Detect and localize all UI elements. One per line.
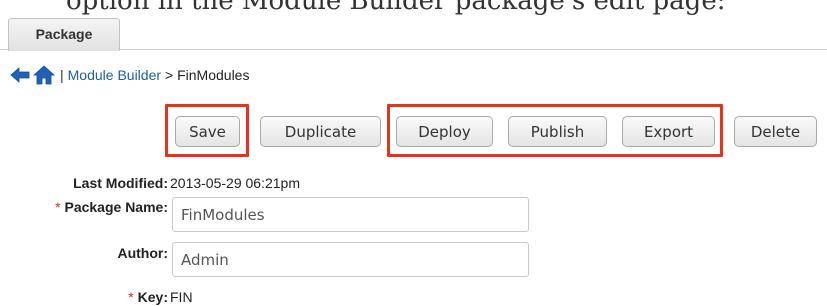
tab-bar: Package (0, 12, 827, 51)
export-button[interactable]: Export (622, 116, 715, 147)
breadcrumb: | Module Builder > FinModules (8, 60, 249, 90)
package-name-label: Package Name: (64, 199, 168, 215)
key-label: Key: (137, 289, 168, 305)
deploy-button[interactable]: Deploy (396, 116, 493, 147)
publish-button[interactable]: Publish (508, 116, 607, 147)
tab-package[interactable]: Package (8, 18, 120, 51)
home-icon[interactable] (32, 63, 56, 87)
package-name-label-row: * Package Name: (10, 199, 168, 215)
last-modified-label: Last Modified: (73, 175, 168, 191)
duplicate-button[interactable]: Duplicate (260, 116, 381, 147)
breadcrumb-current: > FinModules (165, 67, 250, 83)
breadcrumb-separator: | (60, 67, 64, 83)
key-value: FIN (170, 289, 193, 305)
author-field[interactable]: Admin (172, 242, 529, 277)
delete-button[interactable]: Delete (734, 116, 817, 147)
back-arrow-icon[interactable] (8, 63, 32, 87)
required-marker: * (128, 289, 134, 305)
package-name-field[interactable]: FinModules (172, 197, 529, 232)
key-label-row: * Key: (10, 289, 168, 305)
module-builder-link[interactable]: Module Builder (68, 67, 161, 83)
save-button[interactable]: Save (175, 116, 240, 147)
required-marker: * (55, 199, 61, 215)
last-modified-value: 2013-05-29 06:21pm (170, 175, 300, 191)
author-label: Author: (117, 245, 168, 261)
